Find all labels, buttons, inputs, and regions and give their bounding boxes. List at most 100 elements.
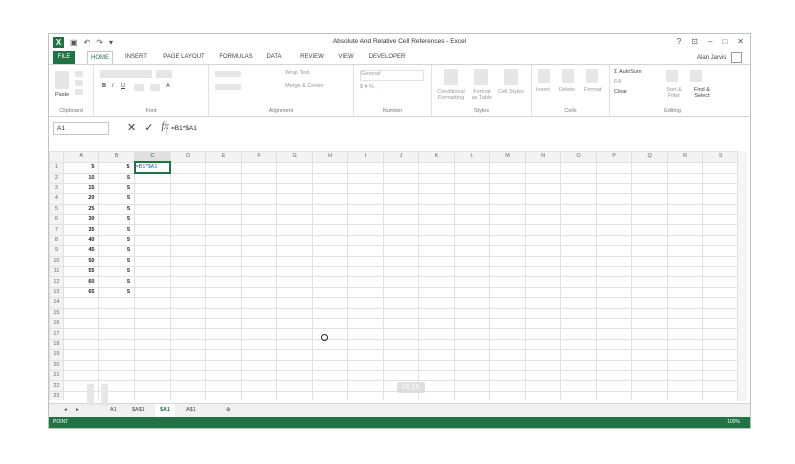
cell[interactable] bbox=[489, 255, 526, 268]
cell[interactable] bbox=[489, 328, 526, 340]
cell[interactable] bbox=[524, 328, 562, 340]
cell[interactable] bbox=[524, 172, 562, 184]
cell[interactable] bbox=[169, 203, 207, 216]
cell[interactable] bbox=[382, 369, 420, 382]
delete-button[interactable]: Delete bbox=[559, 87, 575, 93]
cell[interactable] bbox=[311, 265, 349, 278]
cell[interactable] bbox=[169, 338, 207, 351]
cell[interactable] bbox=[169, 214, 207, 226]
cell[interactable] bbox=[595, 182, 633, 195]
fill-button[interactable]: Fill bbox=[614, 79, 621, 85]
cell[interactable]: 5 bbox=[98, 224, 136, 236]
cell[interactable] bbox=[418, 203, 455, 216]
cell[interactable] bbox=[702, 307, 739, 319]
column-header[interactable]: H bbox=[311, 151, 349, 163]
paste-button[interactable]: Paste bbox=[55, 92, 69, 98]
cell[interactable] bbox=[702, 203, 739, 216]
cell-styles-button[interactable]: Cell Styles bbox=[498, 89, 524, 95]
row-header[interactable]: 5 bbox=[49, 203, 64, 216]
cell[interactable] bbox=[240, 182, 278, 195]
cell[interactable] bbox=[560, 276, 597, 288]
cell[interactable] bbox=[702, 224, 739, 236]
cell[interactable] bbox=[134, 193, 171, 205]
cell[interactable] bbox=[666, 307, 704, 319]
cell[interactable] bbox=[666, 203, 704, 216]
column-header[interactable]: G bbox=[276, 151, 313, 163]
cell[interactable]: 5 bbox=[98, 214, 136, 226]
cell[interactable] bbox=[666, 172, 704, 184]
cell[interactable] bbox=[666, 234, 704, 247]
column-header[interactable]: K bbox=[418, 151, 455, 163]
cell[interactable] bbox=[524, 369, 562, 382]
cell[interactable] bbox=[595, 193, 633, 205]
cell[interactable] bbox=[702, 172, 739, 184]
cell[interactable] bbox=[134, 172, 171, 184]
cell[interactable] bbox=[418, 224, 455, 236]
format-as-table-icon[interactable] bbox=[474, 69, 488, 85]
cell[interactable] bbox=[560, 338, 597, 351]
cell[interactable] bbox=[666, 297, 704, 309]
cell[interactable] bbox=[666, 161, 704, 174]
cell[interactable] bbox=[205, 161, 242, 174]
cell[interactable] bbox=[453, 276, 491, 288]
cell[interactable]: 45 bbox=[62, 245, 100, 257]
cell[interactable] bbox=[631, 203, 668, 216]
number-format-select[interactable]: General bbox=[360, 70, 424, 81]
cell[interactable] bbox=[524, 182, 562, 195]
cell[interactable] bbox=[62, 317, 100, 330]
cell[interactable] bbox=[524, 265, 562, 278]
cell[interactable] bbox=[453, 224, 491, 236]
cell[interactable] bbox=[240, 328, 278, 340]
cell[interactable] bbox=[702, 369, 739, 382]
cell[interactable] bbox=[524, 161, 562, 174]
find-select-button[interactable]: Find & Select bbox=[688, 87, 716, 99]
cell[interactable] bbox=[524, 214, 562, 226]
cell[interactable] bbox=[418, 276, 455, 288]
cell[interactable] bbox=[134, 203, 171, 216]
cell[interactable] bbox=[98, 369, 136, 382]
cell[interactable] bbox=[418, 234, 455, 247]
cell[interactable] bbox=[666, 349, 704, 361]
cell[interactable] bbox=[666, 245, 704, 257]
horizontal-align-icons[interactable] bbox=[215, 84, 241, 90]
cell[interactable] bbox=[560, 214, 597, 226]
cell[interactable] bbox=[240, 349, 278, 361]
cell[interactable] bbox=[666, 286, 704, 299]
format-button[interactable]: Format bbox=[584, 87, 601, 93]
column-header[interactable]: R bbox=[666, 151, 704, 163]
cell[interactable] bbox=[276, 255, 313, 268]
cell[interactable] bbox=[205, 297, 242, 309]
cell[interactable] bbox=[311, 349, 349, 361]
cell[interactable] bbox=[489, 276, 526, 288]
cell[interactable] bbox=[205, 369, 242, 382]
cell[interactable] bbox=[418, 297, 455, 309]
cell[interactable] bbox=[524, 193, 562, 205]
conditional-formatting-button[interactable]: Conditional Formatting bbox=[434, 89, 468, 101]
cell[interactable] bbox=[134, 297, 171, 309]
cell[interactable] bbox=[382, 214, 420, 226]
cell[interactable] bbox=[240, 286, 278, 299]
cell[interactable] bbox=[702, 245, 739, 257]
cell[interactable] bbox=[489, 234, 526, 247]
column-header[interactable]: C bbox=[134, 151, 171, 163]
cell[interactable] bbox=[347, 307, 384, 319]
cell[interactable] bbox=[382, 338, 420, 351]
column-header[interactable]: P bbox=[595, 151, 633, 163]
cell[interactable] bbox=[311, 161, 349, 174]
cell[interactable] bbox=[276, 245, 313, 257]
cell[interactable] bbox=[240, 214, 278, 226]
row-header[interactable]: 20 bbox=[49, 359, 64, 371]
cell[interactable] bbox=[382, 161, 420, 174]
cell[interactable] bbox=[560, 359, 597, 371]
underline-icon[interactable]: U bbox=[121, 83, 125, 89]
cell[interactable] bbox=[631, 265, 668, 278]
cell[interactable] bbox=[311, 307, 349, 319]
cell[interactable] bbox=[595, 286, 633, 299]
cell[interactable] bbox=[453, 245, 491, 257]
row-header[interactable]: 8 bbox=[49, 234, 64, 247]
cell[interactable] bbox=[631, 255, 668, 268]
cell[interactable] bbox=[169, 297, 207, 309]
cell[interactable] bbox=[382, 349, 420, 361]
cell[interactable] bbox=[134, 338, 171, 351]
cell[interactable] bbox=[205, 255, 242, 268]
